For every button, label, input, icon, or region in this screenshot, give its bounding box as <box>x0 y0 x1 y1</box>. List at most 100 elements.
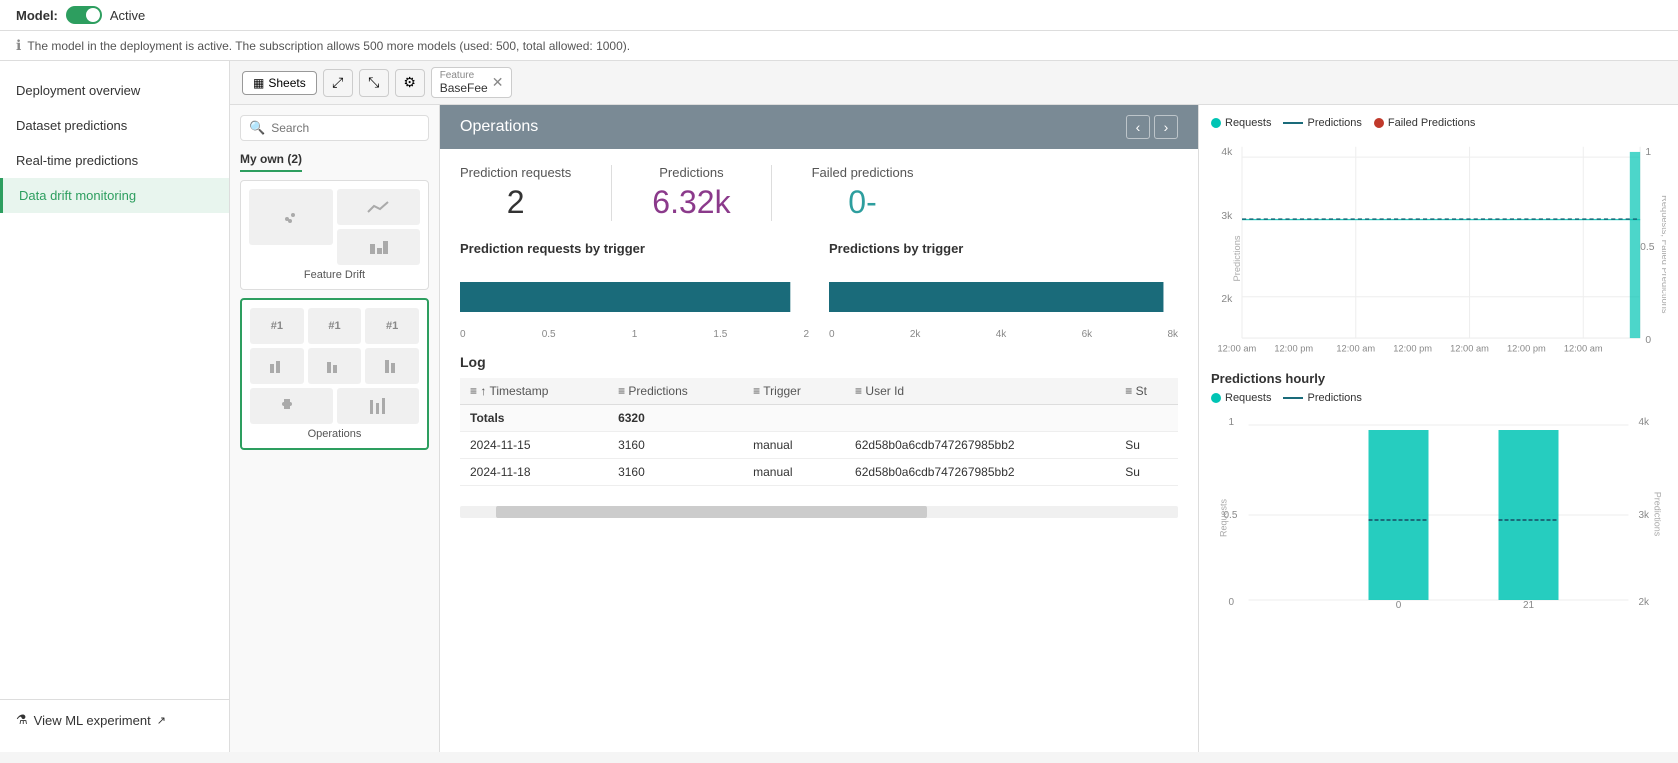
predictions-legend-dash <box>1283 122 1303 124</box>
info-bar: ℹ The model in the deployment is active.… <box>0 31 1678 61</box>
svg-text:21: 21 <box>1523 600 1535 610</box>
axis-p2k: 2k <box>910 329 921 340</box>
settings-tool-button[interactable]: ⚙ <box>395 69 425 97</box>
col-timestamp[interactable]: ≡ ↑ Timestamp <box>460 378 608 405</box>
axis-0: 0 <box>460 329 466 340</box>
table-row: 2024-11-15 3160 manual 62d58b0a6cdb74726… <box>460 432 1178 459</box>
nav-arrows: ‹ › <box>1126 115 1178 139</box>
row2-status: Su <box>1115 459 1178 486</box>
svg-text:Requests: Requests <box>1219 498 1229 537</box>
axis-1-5: 1.5 <box>713 329 727 340</box>
failed-legend-dot <box>1374 118 1384 128</box>
svg-text:0: 0 <box>1645 335 1651 346</box>
hourly-chart-section: Predictions hourly Requests Predictions <box>1211 371 1666 610</box>
sheets-icon: ▦ <box>253 76 264 90</box>
col-trigger[interactable]: ≡ Trigger <box>743 378 845 405</box>
info-icon: ℹ <box>16 37 21 54</box>
external-link-icon: ↗ <box>157 714 166 727</box>
col-status[interactable]: ≡ St <box>1115 378 1178 405</box>
row1-timestamp: 2024-11-15 <box>460 432 608 459</box>
scatter-icon-cell <box>249 189 333 245</box>
num1-icon-cell: #1 <box>250 308 304 344</box>
feature-drift-card[interactable]: Feature Drift <box>240 180 429 290</box>
axis-0-5: 0.5 <box>542 329 556 340</box>
axis-1: 1 <box>632 329 638 340</box>
sheet-cards: Feature Drift #1 #1 #1 <box>240 180 429 450</box>
col-predictions[interactable]: ≡ Predictions <box>608 378 743 405</box>
svg-text:12:00 pm: 12:00 pm <box>1393 344 1432 354</box>
svg-text:0.5: 0.5 <box>1640 242 1655 253</box>
svg-text:0: 0 <box>1396 600 1402 610</box>
top-bar: Model: Active <box>0 0 1678 31</box>
feature-tab[interactable]: Feature BaseFee ✕ <box>431 67 513 98</box>
nav-next-button[interactable]: › <box>1154 115 1178 139</box>
svg-text:0: 0 <box>1229 597 1235 608</box>
ops-bar2-icon-cell <box>308 348 362 384</box>
time-series-legend: Requests Predictions Failed Predictions <box>1211 117 1666 129</box>
row1-trigger: manual <box>743 432 845 459</box>
model-label: Model: <box>16 8 58 23</box>
model-toggle[interactable] <box>66 6 102 24</box>
main-panel: Operations ‹ › Prediction requests 2 <box>440 105 1198 752</box>
operations-header: Operations ‹ › <box>440 105 1198 149</box>
svg-text:12:00 am: 12:00 am <box>1217 344 1256 354</box>
select-tool-button[interactable]: ⤢ <box>323 69 353 97</box>
col-userid-icon: ≡ <box>855 384 862 398</box>
svg-text:4k: 4k <box>1221 147 1233 158</box>
sidebar-item-dataset-predictions[interactable]: Dataset predictions <box>0 108 229 143</box>
svg-text:Requests, Failed Predictions: Requests, Failed Predictions <box>1660 195 1666 314</box>
failed-predictions-stat: Failed predictions 0- <box>812 165 914 221</box>
svg-text:1: 1 <box>1645 147 1651 158</box>
sort-icon: ≡ ↑ <box>470 384 486 398</box>
svg-text:2k: 2k <box>1221 294 1233 305</box>
totals-label: Totals <box>460 405 608 432</box>
svg-text:3k: 3k <box>1221 211 1233 222</box>
sidebar-item-realtime-predictions[interactable]: Real-time predictions <box>0 143 229 178</box>
ops-bar4-icon-cell <box>337 388 420 424</box>
tab-close-button[interactable]: ✕ <box>492 74 504 91</box>
hourly-requests-dot <box>1211 393 1221 403</box>
nav-prev-button[interactable]: ‹ <box>1126 115 1150 139</box>
axis-p8k: 8k <box>1167 329 1178 340</box>
search-input[interactable] <box>271 121 420 135</box>
svg-text:12:00 am: 12:00 am <box>1450 344 1489 354</box>
operations-label: Operations <box>250 428 419 440</box>
hourly-legend: Requests Predictions <box>1211 392 1666 404</box>
row2-userid: 62d58b0a6cdb747267985bb2 <box>845 459 1115 486</box>
view-ml-experiment-link[interactable]: ⚗ View ML experiment ↗ <box>16 712 213 728</box>
move-tool-button[interactable]: ⤡ <box>359 69 389 97</box>
log-section: Log ≡ ↑ Timestamp ≡ <box>460 354 1178 486</box>
operations-card[interactable]: #1 #1 #1 <box>240 298 429 450</box>
search-box[interactable]: 🔍 <box>240 115 429 141</box>
sidebar-bottom: ⚗ View ML experiment ↗ <box>0 699 229 740</box>
sidebar-item-deployment-overview[interactable]: Deployment overview <box>0 73 229 108</box>
svg-text:12:00 am: 12:00 am <box>1336 344 1375 354</box>
svg-text:12:00 pm: 12:00 pm <box>1507 344 1546 354</box>
col-user-id[interactable]: ≡ User Id <box>845 378 1115 405</box>
requests-legend-dot <box>1211 118 1221 128</box>
sheets-button[interactable]: ▦ Sheets <box>242 71 317 95</box>
prediction-requests-trigger-chart: Prediction requests by trigger 0 0.5 1 1… <box>460 241 809 334</box>
horizontal-scrollbar[interactable] <box>460 506 1178 518</box>
axis-2: 2 <box>803 329 809 340</box>
totals-row: Totals 6320 <box>460 405 1178 432</box>
table-row: 2024-11-18 3160 manual 62d58b0a6cdb74726… <box>460 459 1178 486</box>
info-text: The model in the deployment is active. T… <box>27 39 630 53</box>
right-panel: Requests Predictions Failed Predictions <box>1198 105 1678 752</box>
sidebar-item-data-drift[interactable]: Data drift monitoring <box>0 178 229 213</box>
sheets-toolbar: ▦ Sheets ⤢ ⤡ ⚙ Feature BaseFee ✕ <box>230 61 1678 105</box>
sheet-panel: 🔍 My own (2) <box>230 105 440 752</box>
flask-icon: ⚗ <box>16 712 28 728</box>
predictions-stat: Predictions 6.32k <box>652 165 730 221</box>
totals-value: 6320 <box>608 405 743 432</box>
num2-icon-cell: #1 <box>308 308 362 344</box>
row2-trigger: manual <box>743 459 845 486</box>
col-trigger-icon: ≡ <box>753 384 760 398</box>
axis-p4k: 4k <box>996 329 1007 340</box>
axis-p0: 0 <box>829 329 835 340</box>
row1-predictions: 3160 <box>608 432 743 459</box>
search-icon: 🔍 <box>249 120 265 136</box>
svg-text:2k: 2k <box>1639 597 1651 608</box>
feature-drift-label: Feature Drift <box>249 269 420 281</box>
hourly-chart-container: 1 0.5 0 4k 3k 2k Requests Predictions <box>1211 410 1666 610</box>
